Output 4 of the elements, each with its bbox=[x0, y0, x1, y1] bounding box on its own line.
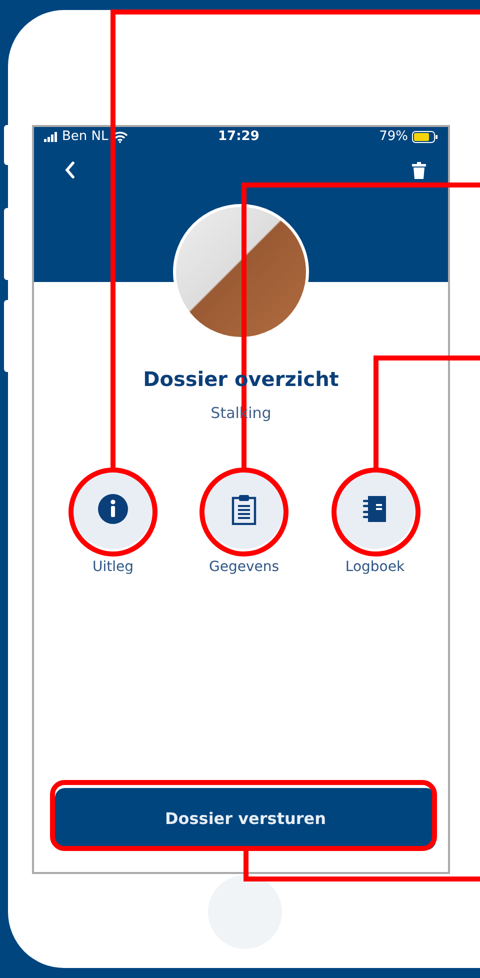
carrier-name: Ben NL bbox=[62, 128, 108, 146]
status-time: 17:29 bbox=[218, 128, 260, 146]
send-file-button[interactable]: Dossier versturen bbox=[55, 788, 436, 850]
battery-percent: 79% bbox=[379, 128, 408, 146]
